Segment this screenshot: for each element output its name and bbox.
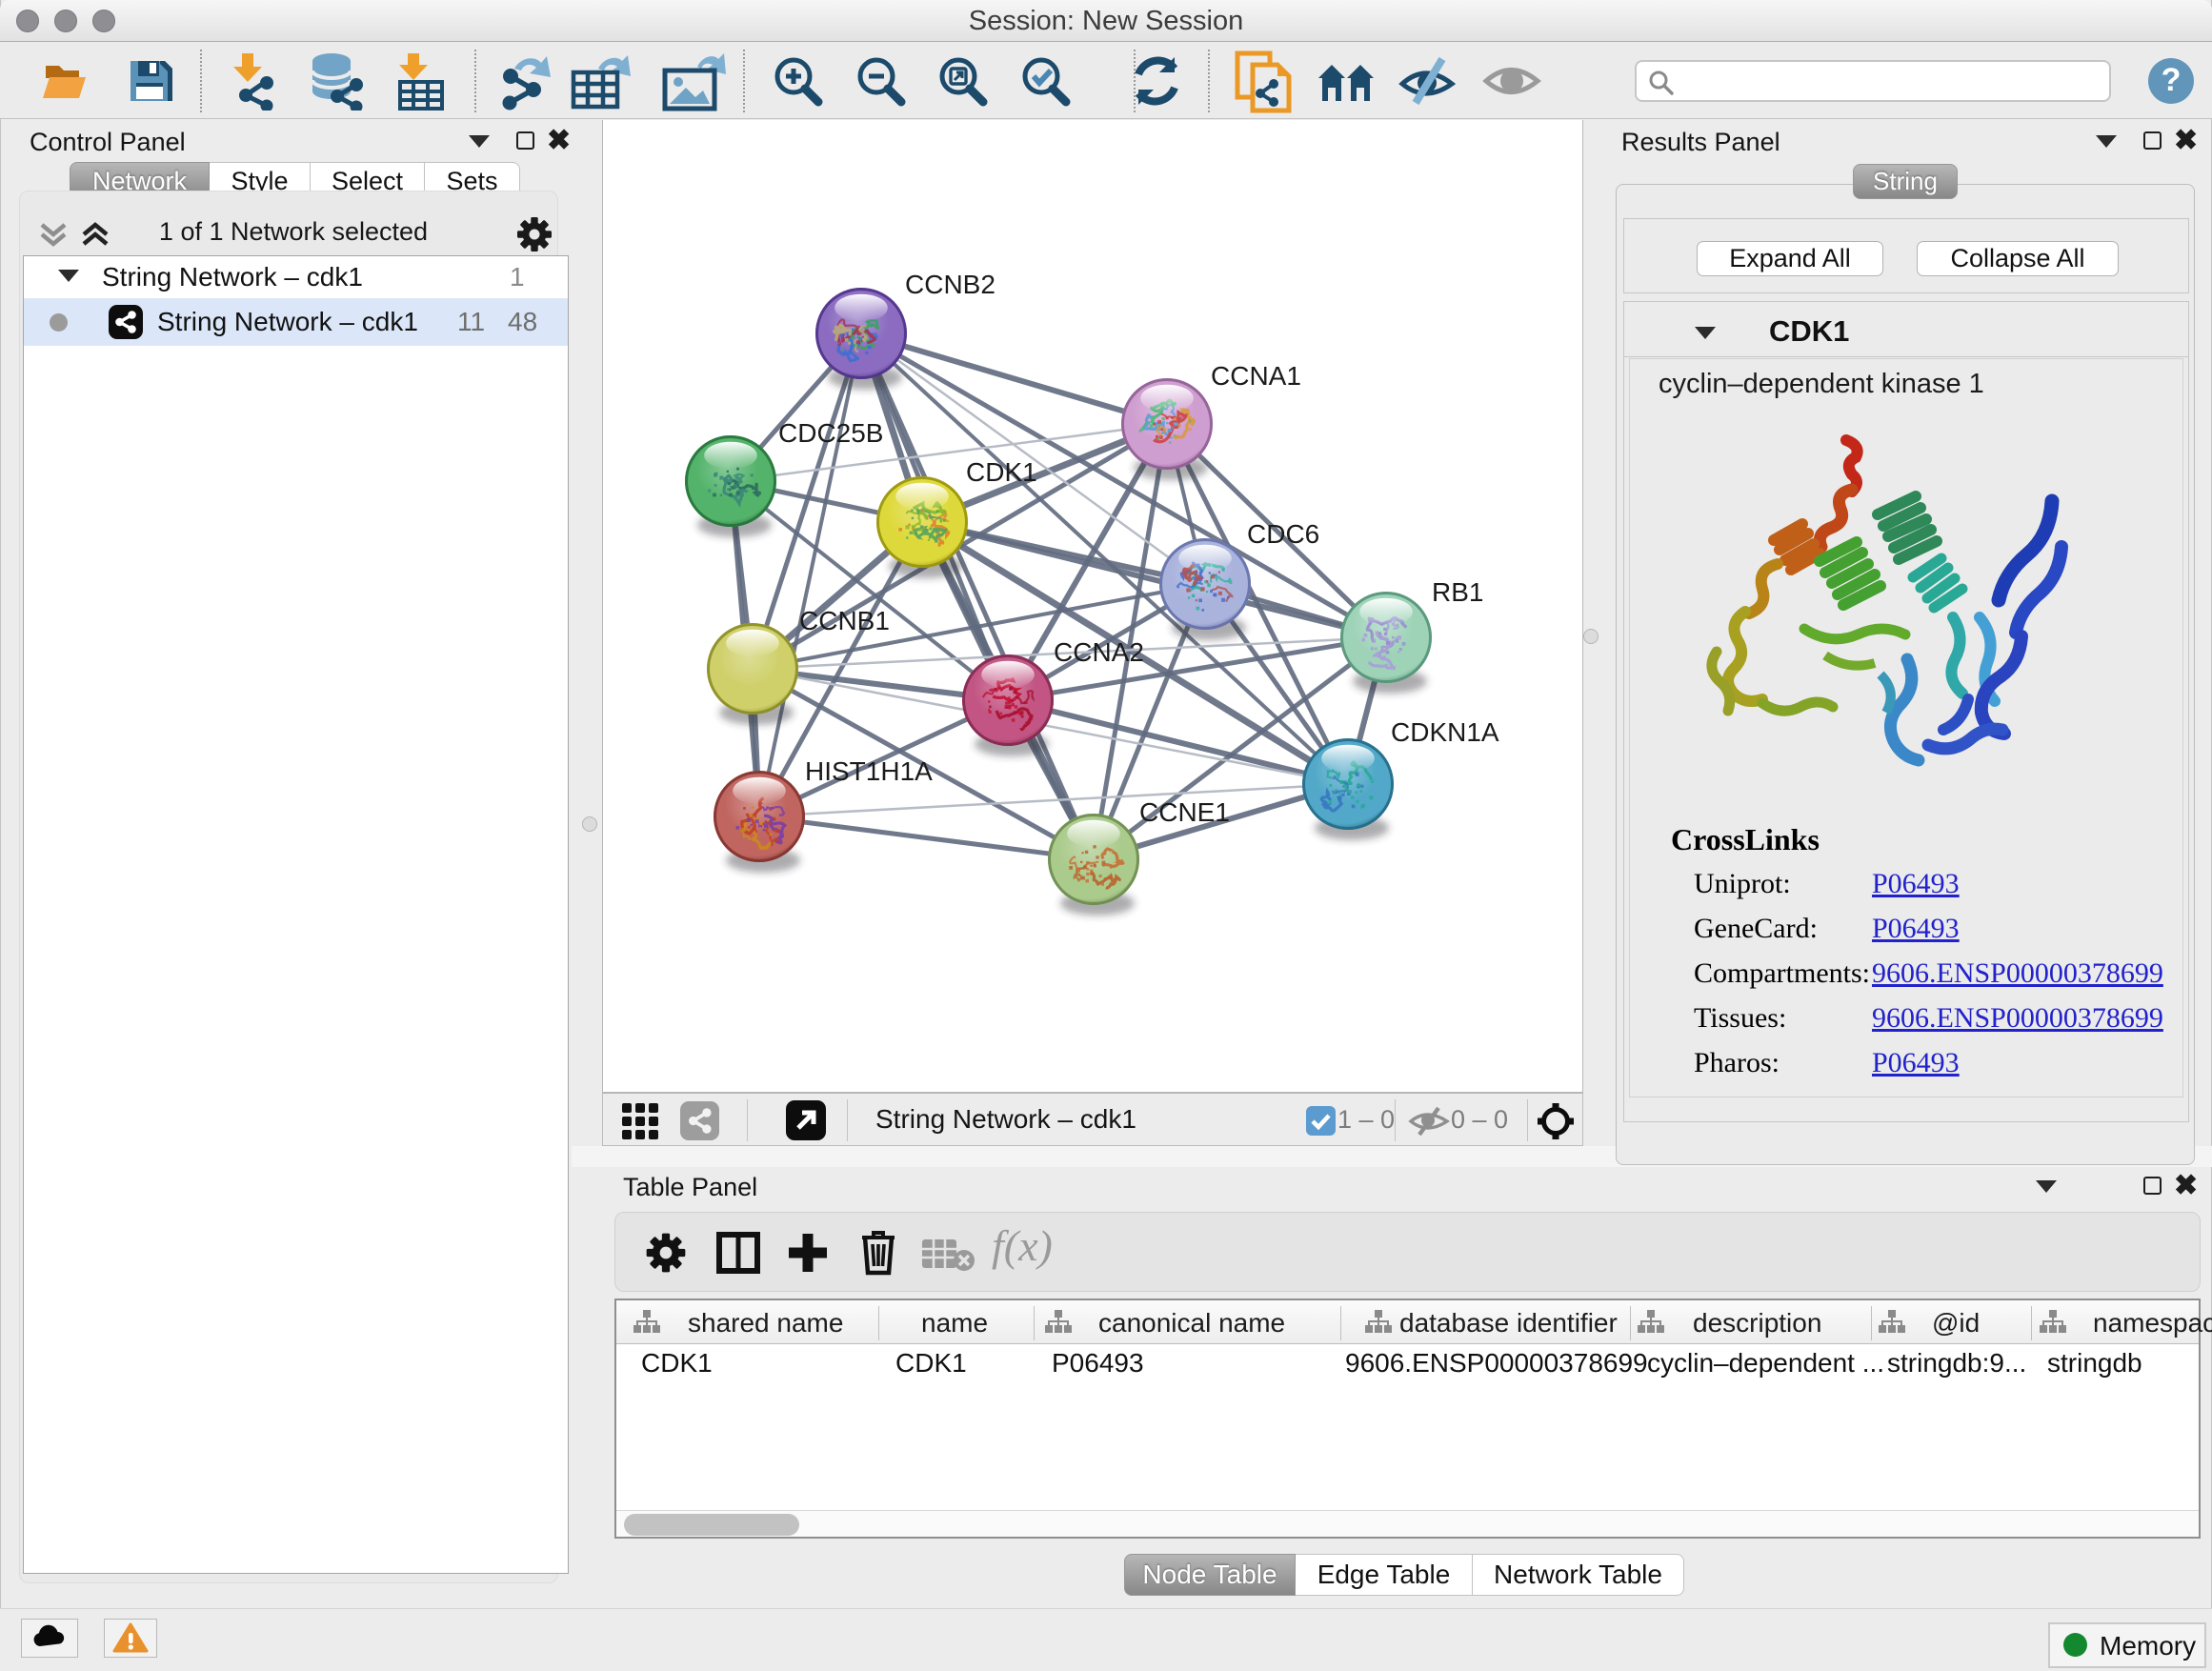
- svg-text:CDC6: CDC6: [1247, 519, 1319, 549]
- svg-text:CCNB1: CCNB1: [799, 606, 890, 635]
- svg-text:HIST1H1A: HIST1H1A: [805, 756, 933, 786]
- svg-text:CCNB2: CCNB2: [905, 270, 995, 299]
- svg-text:CDK1: CDK1: [966, 457, 1037, 487]
- svg-text:CCNA2: CCNA2: [1054, 637, 1144, 667]
- svg-text:CCNE1: CCNE1: [1139, 797, 1230, 827]
- svg-text:CCNA1: CCNA1: [1211, 361, 1301, 391]
- svg-text:RB1: RB1: [1432, 577, 1483, 607]
- svg-text:CDKN1A: CDKN1A: [1391, 717, 1499, 747]
- svg-text:CDC25B: CDC25B: [778, 418, 883, 448]
